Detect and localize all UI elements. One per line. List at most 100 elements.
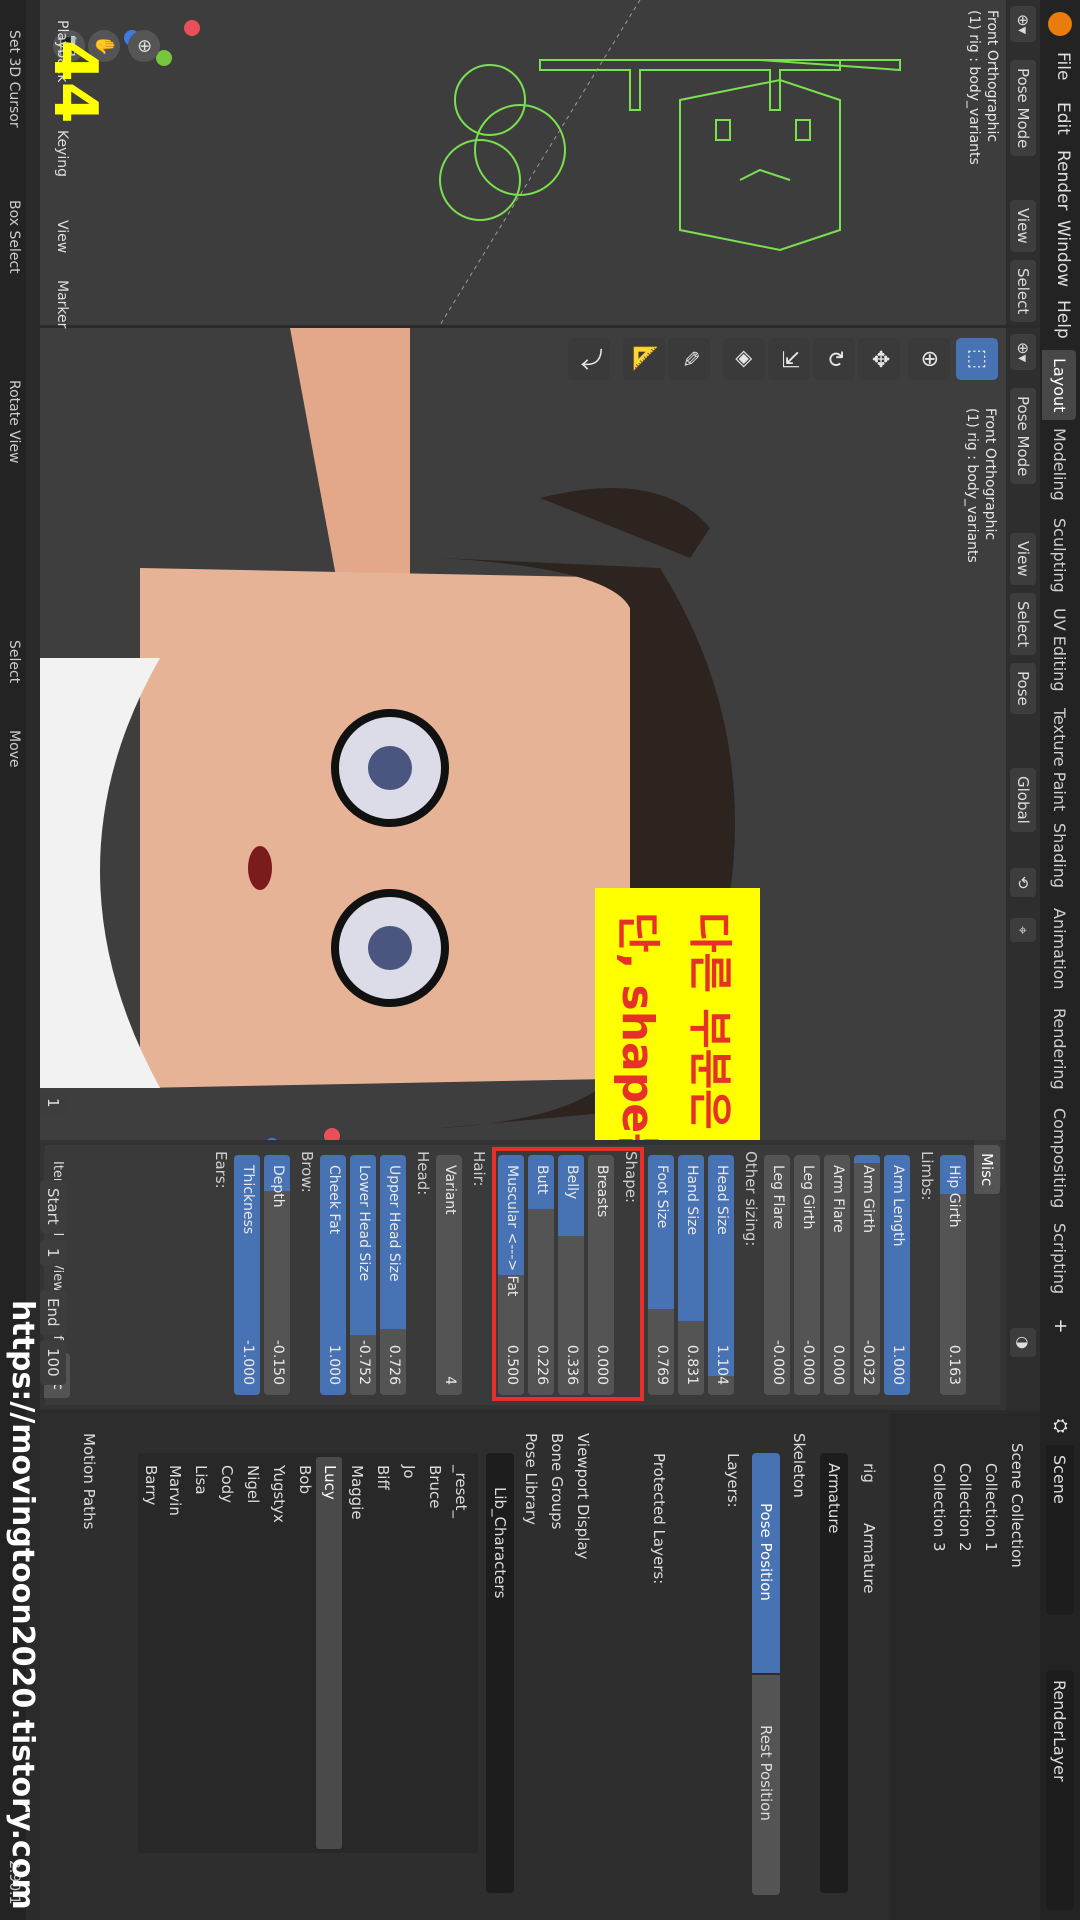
left-view-menu[interactable]: View xyxy=(1010,200,1036,252)
pose-item[interactable]: Maggie xyxy=(348,1465,366,1520)
tab-compositing[interactable]: Compositing xyxy=(1042,1100,1076,1216)
tab-texture-paint[interactable]: Texture Paint xyxy=(1042,700,1076,819)
tab-animation[interactable]: Animation xyxy=(1042,900,1076,998)
ears-section-label: Ears: xyxy=(212,1151,230,1189)
menu-window[interactable]: Window xyxy=(1053,220,1073,287)
sidebar-tab-misc[interactable]: Misc xyxy=(974,1145,1000,1195)
motion-paths-header[interactable]: Motion Paths xyxy=(80,1433,98,1529)
head-slider[interactable]: Cheek Fat 1.000 xyxy=(320,1155,346,1395)
add-workspace-icon[interactable]: + xyxy=(1044,1310,1076,1342)
pose-item[interactable]: Barry xyxy=(142,1465,160,1505)
sizing-slider[interactable]: Head Size 1.104 xyxy=(708,1155,734,1395)
status-rotate-view: Rotate View xyxy=(6,380,22,464)
breadcrumb-rig[interactable]: rig xyxy=(860,1463,878,1483)
menu-render[interactable]: Render xyxy=(1053,150,1073,211)
properties-editor[interactable]: rig Armature Armature Skeleton Pose Posi… xyxy=(40,1413,888,1920)
menu-help[interactable]: Help xyxy=(1053,300,1073,339)
slider-label: Depth xyxy=(270,1165,286,1208)
limb-slider[interactable]: Arm Girth -0.032 xyxy=(854,1155,880,1395)
left-select-menu[interactable]: Select xyxy=(1010,260,1036,323)
pose-item[interactable]: Nigel xyxy=(244,1465,262,1503)
brow-slider[interactable]: Thickness -1.000 xyxy=(234,1155,260,1395)
pose-position-button[interactable]: Pose Position xyxy=(752,1453,780,1673)
menu-edit[interactable]: Edit xyxy=(1053,102,1073,135)
outliner-collection-2[interactable]: Collection 2 xyxy=(956,1463,974,1552)
other-sizing-section-label: Other sizing: xyxy=(742,1151,760,1247)
tab-uv-editing[interactable]: UV Editing xyxy=(1042,600,1076,699)
outliner-scene-collection[interactable]: Scene Collection xyxy=(1008,1443,1026,1568)
limbs-section-label: Limbs: xyxy=(918,1151,936,1201)
timeline-view[interactable]: View xyxy=(54,220,70,253)
pose-item[interactable]: Jo xyxy=(400,1465,418,1479)
limb-slider[interactable]: Arm Length 1.000 xyxy=(884,1155,910,1395)
n-panel-content: Misc Hip Girth 0.163 Limbs: Arm Length 1.000… xyxy=(44,1145,1000,1405)
pose-item[interactable]: Cody xyxy=(218,1465,236,1503)
tab-shading[interactable]: Shading xyxy=(1042,815,1076,896)
skeleton-panel-header[interactable]: Skeleton xyxy=(790,1433,808,1498)
pose-item[interactable]: Bob xyxy=(296,1465,314,1494)
pose-library-header[interactable]: Pose Library xyxy=(522,1433,540,1525)
slider-label: Variant xyxy=(442,1165,458,1215)
editor-type-icon[interactable]: ⊕▾ xyxy=(1010,6,1036,43)
blender-window: File Edit Render Window Help Layout Mode… xyxy=(0,0,1080,1920)
outliner[interactable]: Scene Collection Collection 1 Collection… xyxy=(890,1413,1040,1920)
start-frame-field[interactable]: 1 xyxy=(40,1240,66,1266)
bone-groups-header[interactable]: Bone Groups xyxy=(548,1433,566,1529)
outliner-collection-3[interactable]: Collection 3 xyxy=(930,1463,948,1552)
slider-value: 1.000 xyxy=(890,1344,906,1385)
tab-sculpting[interactable]: Sculpting xyxy=(1042,510,1076,601)
slider-value: -0.000 xyxy=(800,1339,816,1385)
slider-label: Upper Head Size xyxy=(386,1165,402,1282)
head-slider[interactable]: Lower Head Size -0.752 xyxy=(350,1155,376,1395)
limb-slider[interactable]: Leg Flare -0.000 xyxy=(764,1155,790,1395)
tab-rendering[interactable]: Rendering xyxy=(1042,1000,1076,1098)
tab-scripting[interactable]: Scripting xyxy=(1042,1215,1076,1302)
head-slider[interactable]: Upper Head Size 0.726 xyxy=(380,1155,406,1395)
pose-item[interactable]: Yugstyx xyxy=(270,1465,288,1523)
brow-slider[interactable]: Depth -0.150 xyxy=(264,1155,290,1395)
sizing-slider[interactable]: Foot Size 0.769 xyxy=(648,1155,674,1395)
outliner-collection-1[interactable]: Collection 1 xyxy=(982,1463,1000,1552)
gizmo-x-icon[interactable] xyxy=(184,20,200,36)
hair-section-label: Hair: xyxy=(470,1151,488,1187)
armature-name-field[interactable]: Armature xyxy=(820,1453,848,1893)
pose-item[interactable]: Marvin xyxy=(166,1465,184,1516)
pose-item[interactable]: Biff xyxy=(374,1465,392,1490)
sizing-slider[interactable]: Hand Size 0.831 xyxy=(678,1155,704,1395)
pose-item[interactable]: Lisa xyxy=(192,1465,210,1495)
rig-eye-right xyxy=(715,119,731,141)
slider-value: 0.726 xyxy=(386,1344,402,1385)
render-layer-selector[interactable]: RenderLayer xyxy=(1046,1670,1074,1910)
left-viewport[interactable]: ⊕▾ Pose Mode View Select Front Orthograp… xyxy=(40,0,1040,325)
viewport-display-header[interactable]: Viewport Display xyxy=(574,1433,592,1559)
end-frame-field[interactable]: 100 xyxy=(40,1340,66,1385)
current-frame-field[interactable]: 1 xyxy=(40,1090,66,1116)
breadcrumb-armature[interactable]: Armature xyxy=(860,1523,878,1593)
start-frame-label: Start xyxy=(40,1180,66,1233)
scene-selector[interactable]: Scene xyxy=(1046,1445,1074,1615)
hip-girth-slider[interactable]: Hip Girth 0.163 xyxy=(940,1155,966,1395)
left-zoom-icon[interactable]: ⊕ xyxy=(128,30,160,62)
slider-label: Head Size xyxy=(714,1165,730,1235)
pose-library-field[interactable]: Lib_Characters xyxy=(486,1453,514,1893)
pose-item-selected[interactable]: Lucy xyxy=(316,1457,342,1849)
rig-neck xyxy=(759,59,901,72)
menu-file[interactable]: File xyxy=(1053,52,1073,80)
timeline-keying[interactable]: Keying xyxy=(54,130,70,177)
slider-value: 0.000 xyxy=(830,1344,846,1385)
step-number: 44 xyxy=(40,40,110,124)
limb-slider[interactable]: Leg Girth -0.000 xyxy=(794,1155,820,1395)
limb-slider[interactable]: Arm Flare 0.000 xyxy=(824,1155,850,1395)
tab-modeling[interactable]: Modeling xyxy=(1042,420,1076,509)
pose-item[interactable]: _reset_ xyxy=(452,1465,470,1518)
rest-position-button[interactable]: Rest Position xyxy=(752,1675,780,1895)
blender-logo-icon[interactable] xyxy=(1048,12,1072,36)
timeline-marker[interactable]: Marker xyxy=(54,280,70,328)
status-move: Move xyxy=(6,730,22,768)
slider-value: 1.000 xyxy=(326,1344,342,1385)
variant-field[interactable]: Variant 4 xyxy=(436,1155,462,1395)
pose-list[interactable]: _reset_ Bruce Jo Biff Maggie Lucy Bob Yu… xyxy=(138,1453,478,1853)
tab-layout[interactable]: Layout xyxy=(1042,350,1076,421)
pose-item[interactable]: Bruce xyxy=(426,1465,444,1508)
left-mode-dropdown[interactable]: Pose Mode xyxy=(1010,60,1036,157)
